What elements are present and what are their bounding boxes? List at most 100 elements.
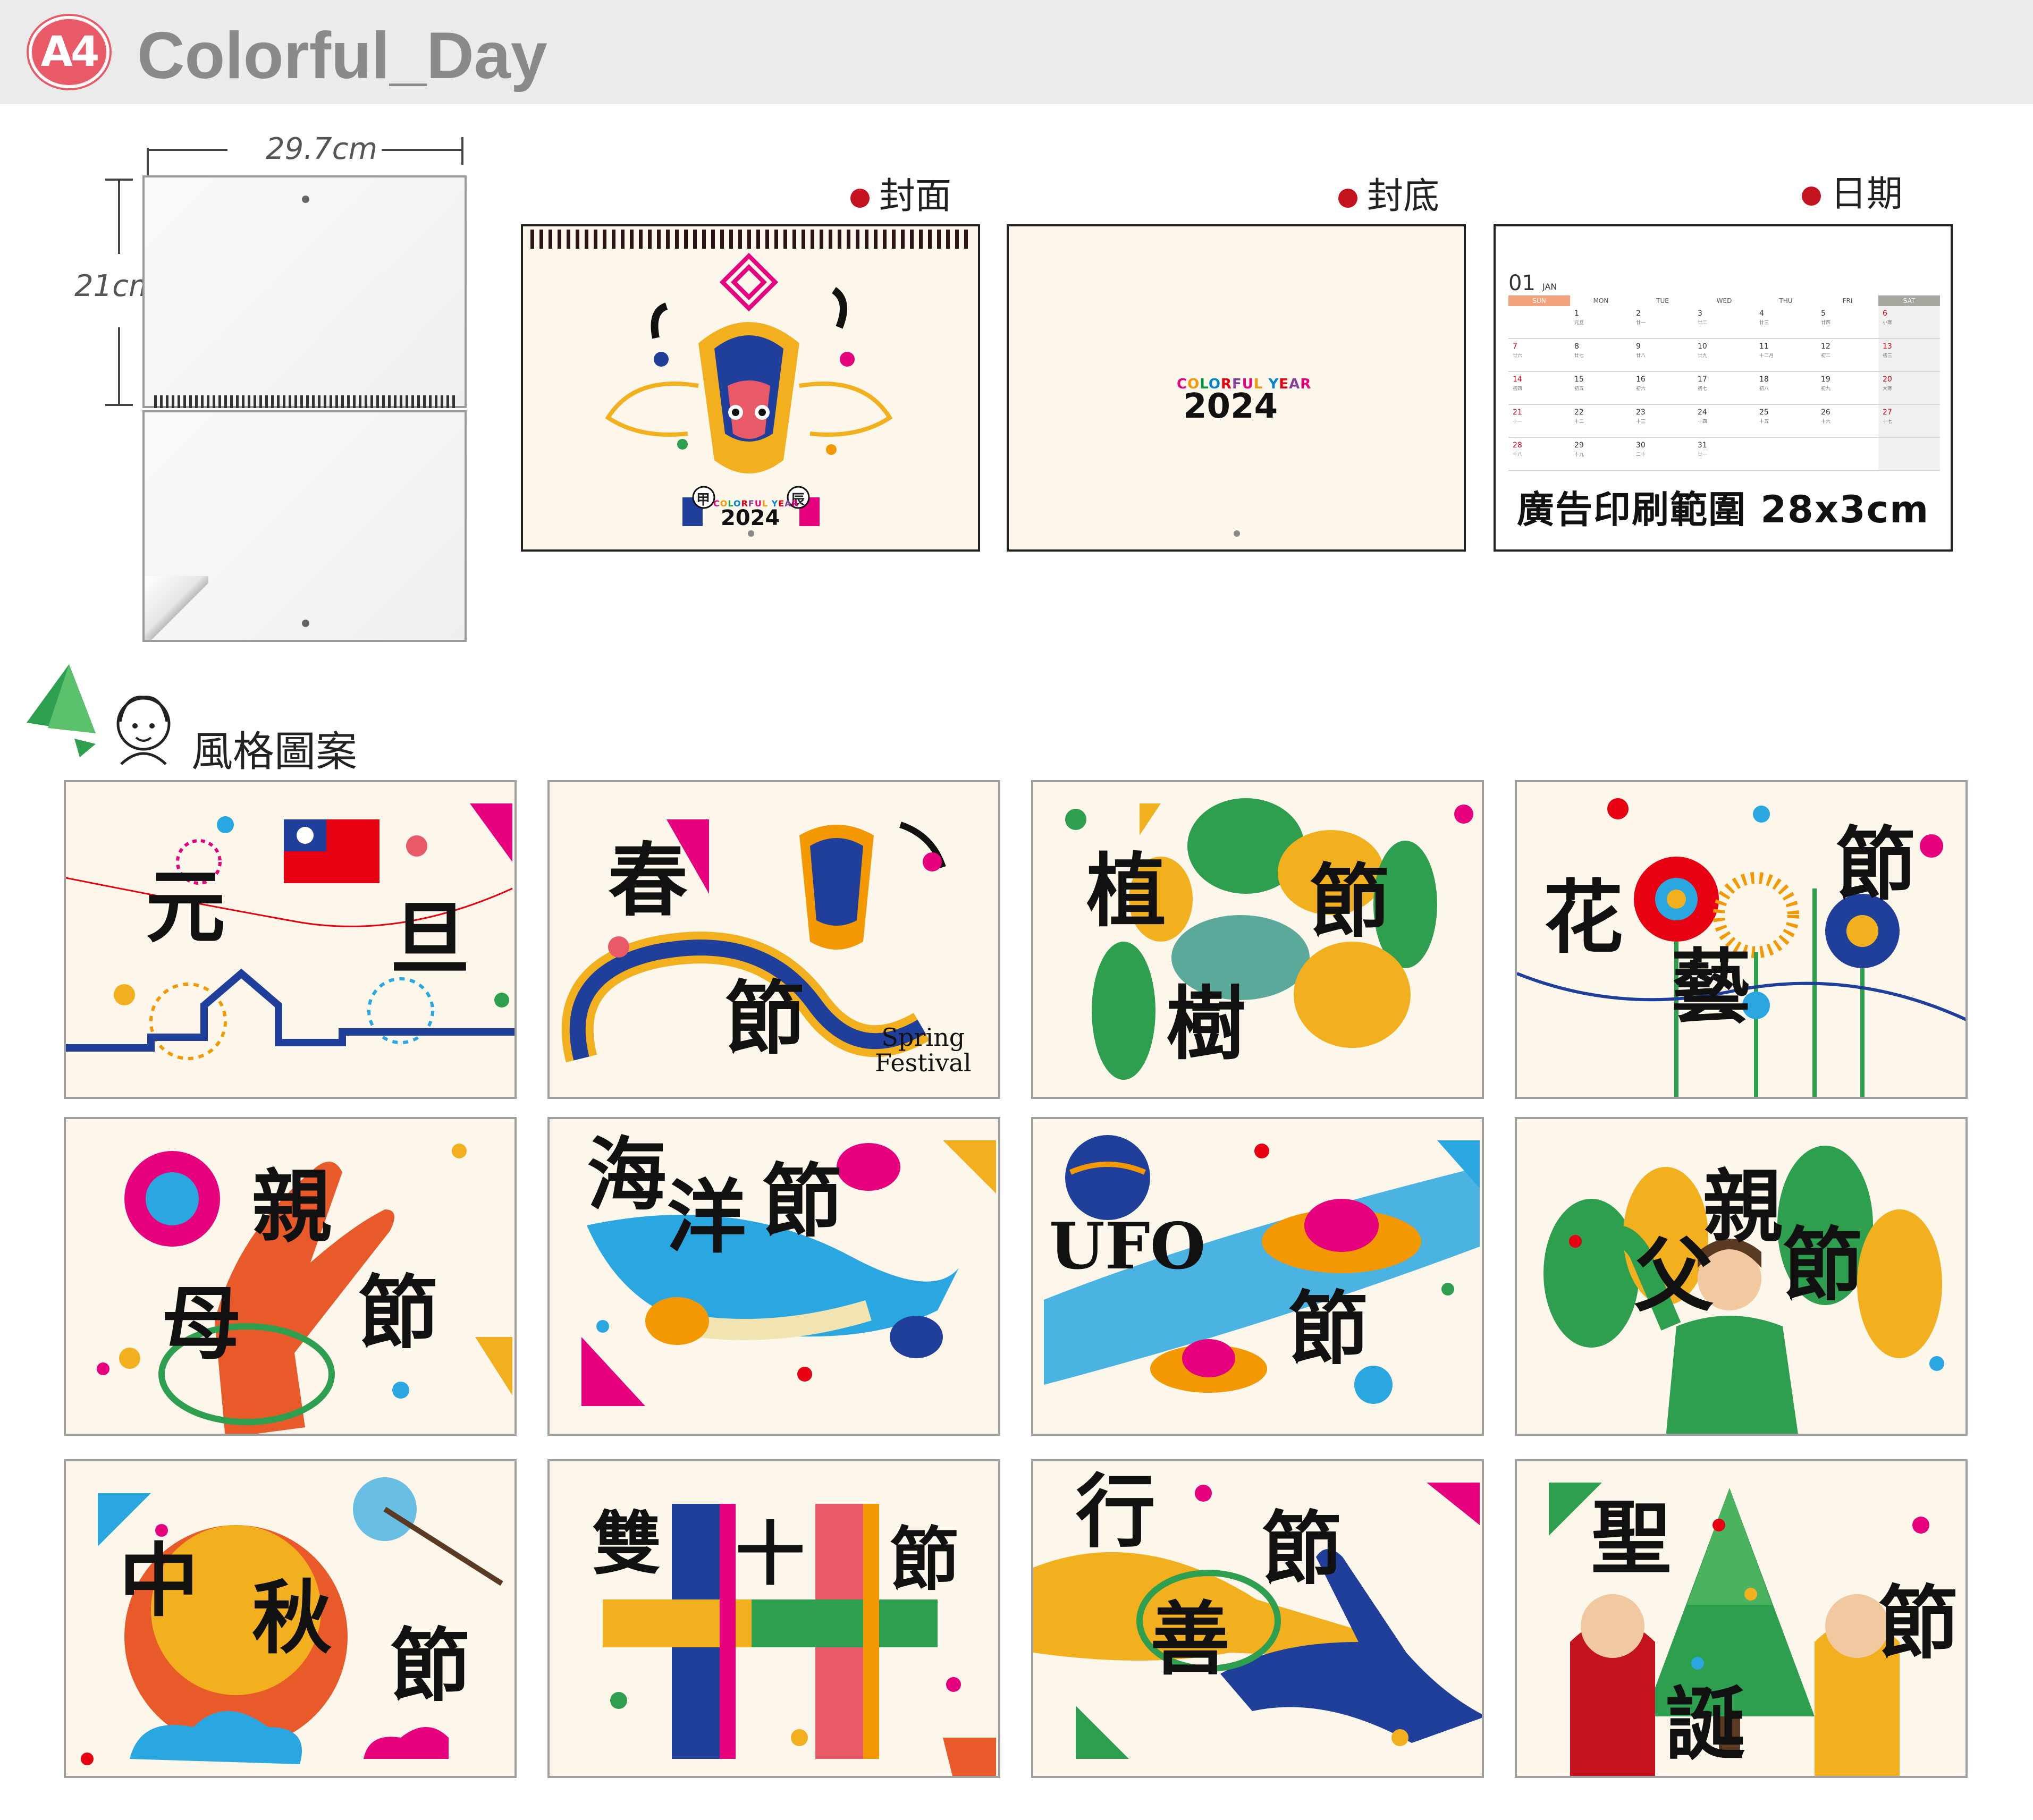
calendar-day-cell[interactable]: 21 十一 [1508, 405, 1570, 437]
weekday-label: SAT [1878, 295, 1940, 306]
calendar-day-cell[interactable]: 27 十七 [1878, 405, 1940, 437]
calendar-day-cell[interactable]: 9 廿八 [1632, 339, 1693, 371]
page-title: Colorful_Day [137, 19, 547, 92]
hang-hole [748, 530, 754, 537]
style-thumb-double-tenth[interactable]: 雙 十 節 [547, 1459, 1000, 1778]
style-thumb-ocean-day[interactable]: 海 洋 節 [547, 1117, 1000, 1436]
thumb-char: 節 [358, 1266, 438, 1360]
day-number: 13 [1883, 342, 1892, 351]
calendar-day-cell[interactable]: 18 初八 [1755, 372, 1817, 404]
calendar-grid: SUN MON TUE WED THU FRI SAT 1 元旦 2 廿一 3 廿二 4 廿三 5 廿四 6 小寒… [1508, 295, 1940, 471]
thumb-char: 親 [1703, 1160, 1783, 1254]
calendar-preview[interactable]: 01 JAN SUN MON TUE WED THU FRI SAT 1 元旦 2 廿一 3 廿二 4 廿… [1494, 224, 1953, 552]
calendar-day-cell[interactable]: 15 初五 [1570, 372, 1632, 404]
girl-avatar-icon [116, 696, 171, 765]
calendar-day-cell[interactable]: 14 初四 [1508, 372, 1570, 404]
calendar-day-cell[interactable]: 2 廿一 [1632, 306, 1693, 338]
calendar-day-cell [1755, 438, 1817, 470]
back-label: 封底 [1338, 175, 1439, 218]
style-thumb-charity-day[interactable]: 行 善 節 [1031, 1459, 1484, 1778]
style-thumb-spring-festival[interactable]: 春 節 Spring Festival [547, 780, 1000, 1099]
calendar-day-cell[interactable]: 23 十三 [1632, 405, 1693, 437]
day-number: 17 [1698, 375, 1707, 384]
day-number: 3 [1698, 309, 1702, 318]
calendar-day-cell[interactable]: 6 小寒 [1878, 306, 1940, 338]
wire-binding [154, 395, 456, 408]
calendar-day-cell[interactable]: 20 大寒 [1878, 372, 1940, 404]
lunar-date: 廿一 [1636, 320, 1646, 326]
calendar-day-cell[interactable]: 16 初六 [1632, 372, 1693, 404]
calendar-day-cell[interactable]: 3 廿二 [1693, 306, 1755, 338]
dim-tick-left [147, 148, 149, 175]
calendar-day-cell[interactable]: 8 廿七 [1570, 339, 1632, 371]
lunar-date: 十八 [1513, 452, 1523, 458]
style-thumb-flower-festival[interactable]: 花 藝 節 [1515, 780, 1968, 1099]
style-thumb-christmas[interactable]: 聖 誕 節 [1515, 1459, 1968, 1778]
lunar-date: 初五 [1574, 386, 1584, 392]
calendar-week-row: 7 廿六 8 廿七 9 廿八 10 廿九 11 十二月 12 初二 13 初三 [1508, 339, 1940, 372]
thumb-char: 行 [1076, 1465, 1156, 1559]
style-thumb-new-year[interactable]: 元 旦 [64, 780, 517, 1099]
calendar-day-cell[interactable]: 4 廿三 [1755, 306, 1817, 338]
day-number: 26 [1821, 408, 1830, 417]
thumb-char: 節 [1783, 1218, 1863, 1312]
style-thumb-arbor-day[interactable]: 植 樹 節 [1031, 780, 1484, 1099]
thumb-char: 樹 [1166, 977, 1246, 1071]
lunar-date: 廿四 [1821, 320, 1831, 326]
calendar-week-row: 21 十一 22 十二 23 十三 24 十四 25 十五 26 十六 27 十七 [1508, 405, 1940, 438]
day-number: 24 [1698, 408, 1707, 417]
day-number: 10 [1698, 342, 1707, 351]
back-preview[interactable]: COLORFUL YEAR 2024 [1007, 224, 1466, 552]
lunar-date: 廿一 [1698, 452, 1708, 458]
cover-preview[interactable]: 甲 辰 COLORFUL YEAR 2024 [521, 224, 980, 552]
thumb-char: 誕 [1666, 1678, 1746, 1771]
day-number: 25 [1759, 408, 1769, 417]
calendar-day-cell[interactable]: 28 十八 [1508, 438, 1570, 470]
day-number: 6 [1883, 309, 1887, 318]
calendar-day-cell[interactable]: 22 十二 [1570, 405, 1632, 437]
calendar-day-cell[interactable]: 25 十五 [1755, 405, 1817, 437]
page-curl [145, 576, 208, 640]
day-number: 15 [1574, 375, 1584, 384]
lunar-date: 初八 [1759, 386, 1769, 392]
lunar-date: 廿九 [1698, 353, 1708, 359]
style-thumb-mothers-day[interactable]: 母 親 節 [64, 1117, 517, 1436]
calendar-day-cell[interactable]: 29 十九 [1570, 438, 1632, 470]
brand-letter: A [784, 498, 792, 509]
calendar-day-cell[interactable]: 1 元旦 [1570, 306, 1632, 338]
calendar-day-cell[interactable]: 17 初七 [1693, 372, 1755, 404]
weekday-header: SUN MON TUE WED THU FRI SAT [1508, 295, 1940, 306]
styles-heading: 風格圖案 [191, 728, 358, 776]
calendar-day-cell[interactable]: 19 初九 [1817, 372, 1878, 404]
lunar-date: 廿三 [1759, 320, 1769, 326]
brand-letter: R [791, 498, 799, 509]
day-number: 5 [1821, 309, 1826, 318]
calendar-week-row: 1 元旦 2 廿一 3 廿二 4 廿三 5 廿四 6 小寒 [1508, 306, 1940, 339]
calendar-day-cell[interactable]: 7 廿六 [1508, 339, 1570, 371]
style-thumb-fathers-day[interactable]: 父 親 節 [1515, 1117, 1968, 1436]
calendar-day-cell[interactable]: 5 廿四 [1817, 306, 1878, 338]
calendar-day-cell[interactable]: 11 十二月 [1755, 339, 1817, 371]
calendar-day-cell[interactable]: 31 廿一 [1693, 438, 1755, 470]
lunar-date: 十二月 [1759, 353, 1774, 359]
lunar-date: 十四 [1698, 419, 1708, 425]
calendar-week-row: 28 十八 29 十九 30 二十 31 廿一 [1508, 438, 1940, 471]
hang-hole [302, 620, 309, 627]
style-thumb-ufo-day[interactable]: UFO 節 [1031, 1117, 1484, 1436]
weekday-label: MON [1593, 297, 1609, 304]
thumb-char: 節 [1310, 855, 1390, 949]
thumb-char: 節 [725, 972, 805, 1065]
calendar-day-cell[interactable]: 10 廿九 [1693, 339, 1755, 371]
thumb-char: 旦 [390, 892, 470, 986]
calendar-day-cell[interactable]: 24 十四 [1693, 405, 1755, 437]
calendar-day-cell[interactable]: 26 十六 [1817, 405, 1878, 437]
day-number: 22 [1574, 408, 1584, 417]
calendar-day-cell[interactable]: 30 二十 [1632, 438, 1693, 470]
thumb-char: 親 [252, 1160, 332, 1254]
lunar-date: 小寒 [1883, 320, 1893, 326]
calendar-day-cell[interactable]: 12 初二 [1817, 339, 1878, 371]
style-thumb-mid-autumn[interactable]: 中 秋 節 [64, 1459, 517, 1778]
day-number: 14 [1513, 375, 1522, 384]
calendar-day-cell[interactable]: 13 初三 [1878, 339, 1940, 371]
lunar-date: 大寒 [1883, 386, 1893, 392]
